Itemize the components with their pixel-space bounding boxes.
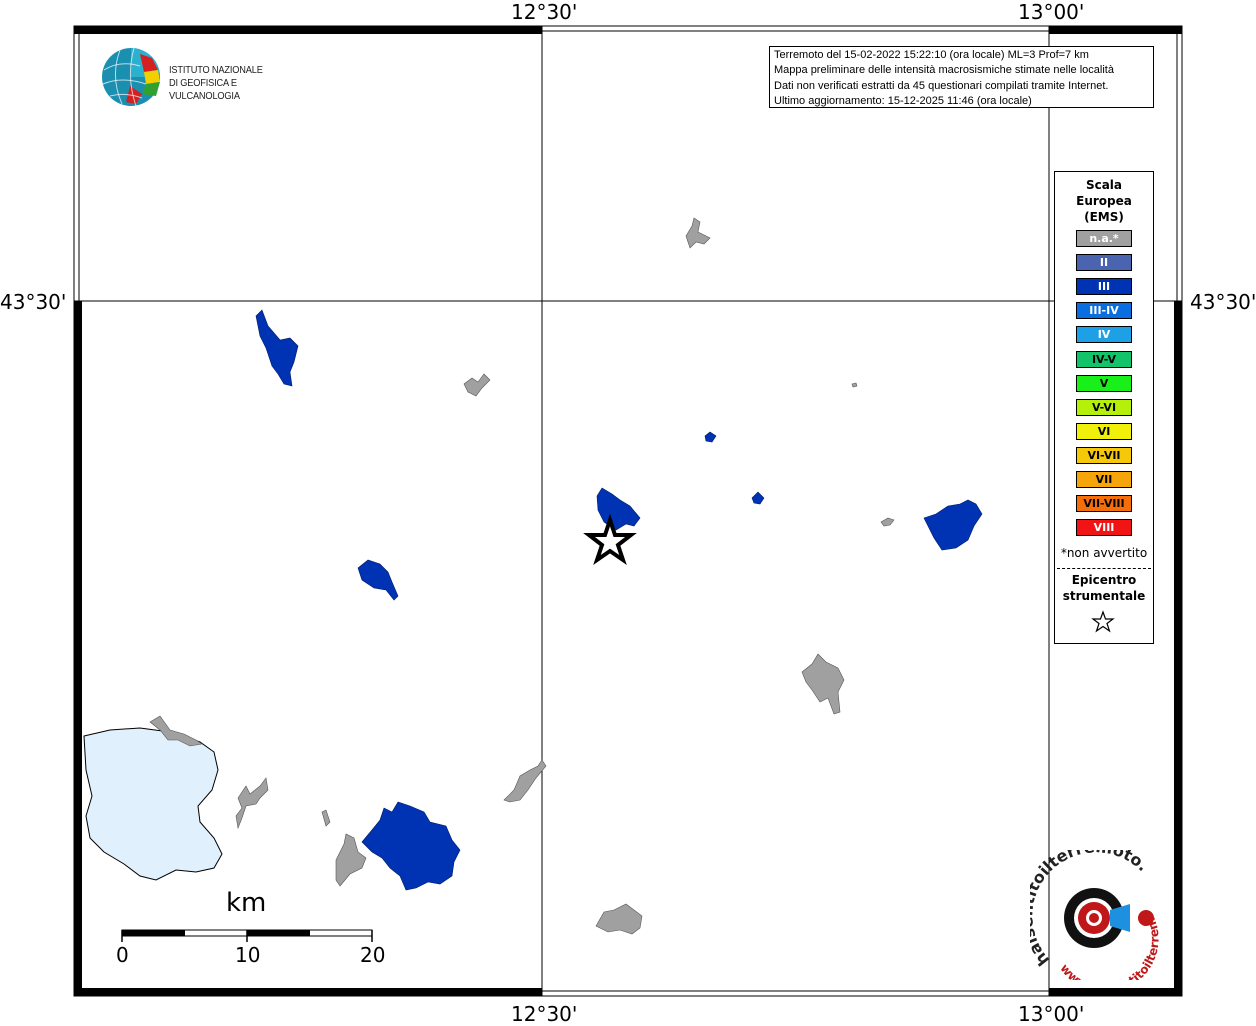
ingv-name-line2: DI GEOFISICA E VULCANOLOGIA [169,77,240,102]
legend-epicenter-line: Epicentro [1071,573,1137,587]
frame-bar-bottom-1 [74,988,542,996]
frame-bar-bottom-2 [1049,988,1182,996]
axis-top-label-2: 13°00' [1018,0,1085,24]
legend-swatch: n.a.* [1076,230,1132,247]
legend-swatch: VIII [1076,519,1132,537]
axis-top-label-1: 12°30' [511,0,578,24]
legend-swatch: VI-VII [1076,446,1132,464]
ingv-name: ISTITUTO NAZIONALE DI GEOFISICA E VULCAN… [169,64,302,103]
event-info-line: Mappa preliminare delle intensità macros… [774,64,1114,77]
ingv-logo: ISTITUTO NAZIONALE DI GEOFISICA E VULCAN… [100,46,320,110]
legend-swatch: III [1076,278,1132,296]
event-info-line: Terremoto del 15-02-2022 15:22:10 (ora l… [774,49,1089,61]
legend-title-line: (EMS) [1084,210,1124,224]
frame-bar-left [74,301,82,996]
event-info-line: Ultimo aggiornamento: 15-12-2025 11:46 (… [774,94,1032,107]
scale-unit: km [226,888,267,918]
ems-legend: Scala Europea (EMS) n.a.* II III III-IV IV IV… [1054,171,1154,644]
intensity-map: 12°30' 13°00' 12°30' 13°00' 43°30' 43°30… [0,0,1256,1026]
legend-swatch: II [1076,254,1132,272]
frame-bar-top-1 [74,26,542,34]
legend-swatch: III-IV [1076,302,1132,320]
legend-swatch: VII-VIII [1076,495,1132,513]
legend-swatch: V [1076,374,1132,392]
scale-tick-label: 0 [116,943,129,967]
haisentito-logo: haisentitoilterremoto.it www.haisentitoi… [1030,850,1160,980]
frame-bar-top-2 [1049,26,1182,34]
ingv-name-line1: ISTITUTO NAZIONALE [169,64,263,76]
legend-swatch: IV-V [1076,350,1132,368]
axis-right-label: 43°30' [1190,290,1256,314]
legend-epicenter-label: Epicentro strumentale [1055,572,1153,604]
axis-left-label: 43°30' [0,290,67,314]
frame-bar-right [1174,301,1182,996]
legend-swatch: VII [1076,471,1132,488]
legend-star-icon [1091,610,1115,633]
event-info-line: Dati non verificati estratti da 45 quest… [774,79,1109,92]
legend-swatch: V-VI [1076,398,1132,416]
scale-tick-label: 20 [360,943,386,967]
scale-tick-label: 10 [235,943,261,967]
legend-title-line: Europea [1076,194,1132,208]
legend-swatch: IV [1076,326,1132,344]
axis-bottom-label-1: 12°30' [511,1002,578,1026]
legend-swatch: VI [1076,422,1132,440]
axis-bottom-label-2: 13°00' [1018,1002,1085,1026]
legend-title: Scala Europea (EMS) [1055,177,1153,225]
legend-title-line: Scala [1085,178,1123,192]
legend-divider [1057,568,1151,569]
event-info-box: Terremoto del 15-02-2022 15:22:10 (ora l… [769,46,1154,108]
legend-note: *non avvertito [1060,546,1148,560]
legend-epicenter-line: strumentale [1062,589,1146,603]
area-na-3 [851,382,858,388]
ingv-globe-icon [102,47,160,107]
